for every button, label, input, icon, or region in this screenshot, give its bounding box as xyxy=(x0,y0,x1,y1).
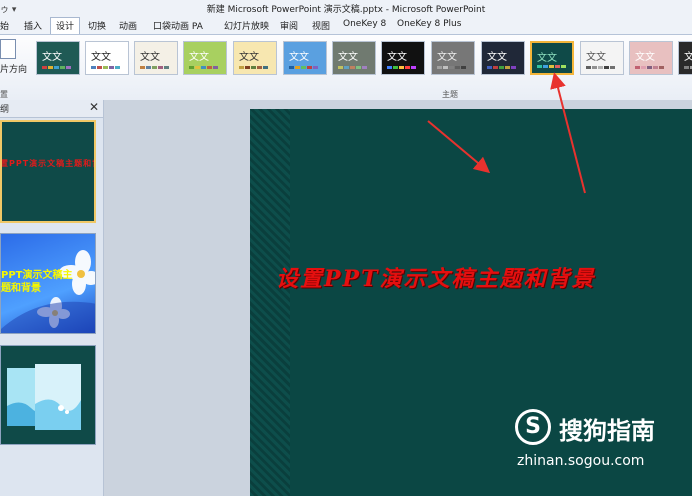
annotation-arrow-theme xyxy=(550,72,586,194)
annotation-arrow-slide xyxy=(427,120,491,174)
annotation-arrows xyxy=(427,72,586,194)
